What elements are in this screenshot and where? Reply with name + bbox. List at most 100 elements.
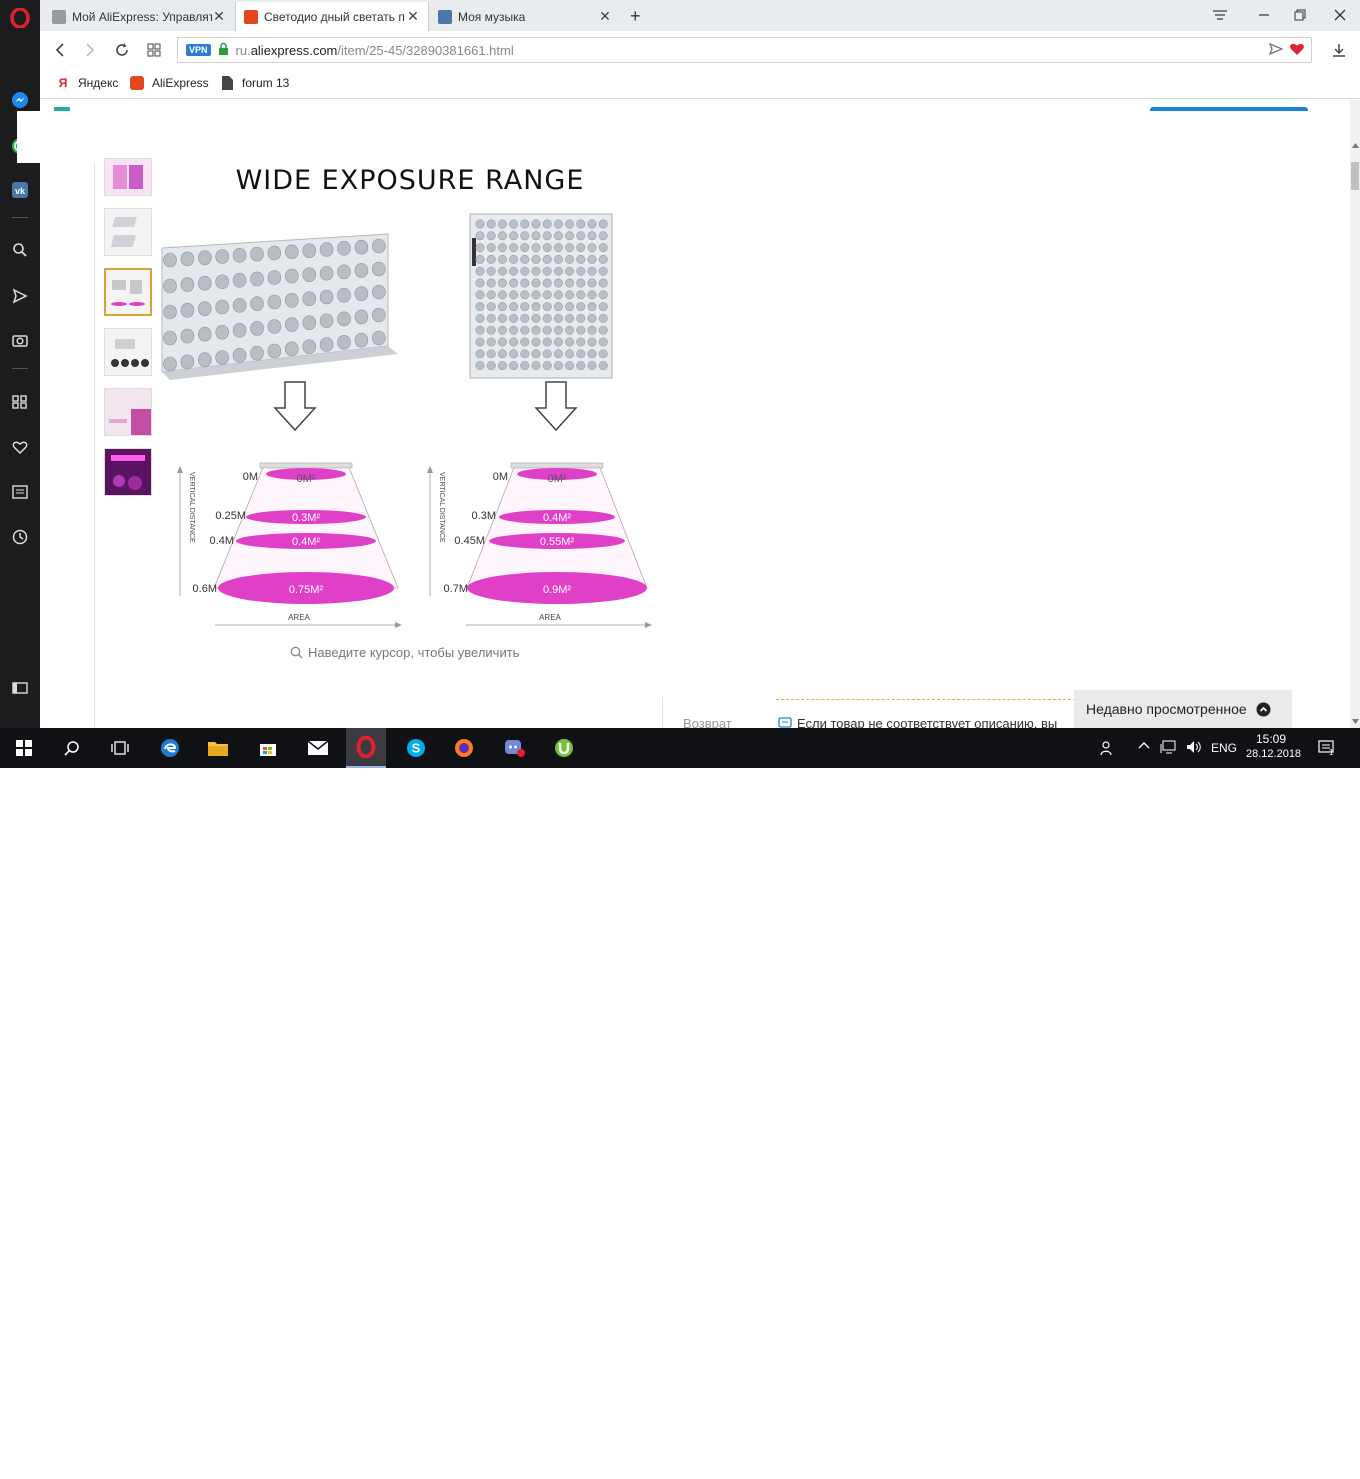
recently-viewed-button[interactable]: Недавно просмотренное: [1074, 690, 1292, 728]
search-icon[interactable]: [8, 238, 32, 262]
tab-bar: Мой AliExpress: Управлять ✕ Светодио дны…: [40, 0, 1360, 31]
tab-title: Светодио дный светать п: [264, 9, 405, 24]
opera-taskbar-icon[interactable]: [346, 728, 386, 768]
firefox-icon[interactable]: [444, 734, 484, 762]
bookmark-yandex[interactable]: Я Яндекс: [56, 76, 119, 90]
aliexpress-icon: [244, 9, 258, 24]
down-arrow-right: [534, 381, 578, 432]
thumbnail-3-selected[interactable]: [104, 268, 152, 316]
bookmark-aliexpress[interactable]: AliExpress: [130, 76, 209, 90]
svg-text:0.4M²: 0.4M²: [292, 536, 320, 548]
speed-dial-icon[interactable]: [8, 390, 32, 414]
close-icon[interactable]: ✕: [406, 8, 420, 25]
vk-icon[interactable]: vk: [8, 178, 32, 202]
download-icon[interactable]: [1327, 38, 1351, 62]
store-icon[interactable]: [248, 734, 288, 762]
opera-sidebar: vk: [0, 0, 40, 728]
people-icon[interactable]: [1100, 740, 1116, 759]
bookmark-forum[interactable]: forum 13: [220, 76, 289, 90]
speed-dial-grid-icon[interactable]: [142, 38, 166, 62]
lock-icon[interactable]: [218, 42, 229, 58]
bookmark-heart-icon[interactable]: [1289, 42, 1305, 59]
svg-text:0.7M: 0.7M: [444, 583, 468, 595]
minimize-icon[interactable]: [1252, 4, 1276, 26]
svg-text:0.9M²: 0.9M²: [543, 584, 571, 596]
tab-my-aliexpress[interactable]: Мой AliExpress: Управлять ✕: [44, 2, 234, 31]
opera-menu-icon[interactable]: [8, 6, 32, 30]
address-bar[interactable]: VPN ru.aliexpress.com/item/25-45/3289038…: [177, 37, 1312, 63]
svg-text:0.3M: 0.3M: [472, 510, 496, 522]
overlay-strip: [17, 111, 1353, 163]
mail-icon[interactable]: [298, 734, 338, 762]
clock[interactable]: 15:09 28.12.2018: [1246, 732, 1301, 760]
close-icon[interactable]: ✕: [598, 8, 612, 25]
thumbnail-2[interactable]: [104, 208, 152, 256]
dashed-divider: [776, 699, 1076, 700]
page-icon: [220, 76, 234, 90]
page-scrollbar[interactable]: [1350, 100, 1360, 728]
url-text[interactable]: ru.aliexpress.com/item/25-45/32890381661…: [236, 43, 514, 58]
magnifier-icon: [290, 646, 303, 659]
thumbnail-5[interactable]: [104, 388, 152, 436]
sidebar-toggle-icon[interactable]: [8, 676, 32, 700]
address-row: VPN ru.aliexpress.com/item/25-45/3289038…: [40, 31, 1360, 69]
file-explorer-icon[interactable]: [198, 734, 238, 762]
edge-icon[interactable]: [150, 734, 190, 762]
svg-text:0.25M: 0.25M: [215, 510, 246, 522]
reload-icon[interactable]: [110, 38, 134, 62]
volume-icon[interactable]: [1186, 740, 1202, 757]
svg-text:0.4M²: 0.4M²: [543, 512, 571, 524]
thumbnail-1[interactable]: [104, 158, 152, 196]
utorrent-icon[interactable]: [544, 734, 584, 762]
task-view-icon[interactable]: [100, 734, 140, 762]
network-icon[interactable]: [1160, 740, 1176, 757]
vk-icon: [438, 9, 452, 24]
new-tab-button[interactable]: +: [622, 2, 650, 31]
messenger-icon[interactable]: [8, 88, 32, 112]
thumbnail-4[interactable]: [104, 328, 152, 376]
scroll-up-icon[interactable]: [1350, 140, 1360, 150]
page-icon: [52, 9, 66, 24]
recently-viewed-label: Недавно просмотренное: [1086, 701, 1247, 717]
vpn-badge[interactable]: VPN: [186, 44, 211, 56]
tab-vk-music[interactable]: Моя музыка ✕: [430, 2, 620, 31]
thumbnail-6[interactable]: [104, 448, 152, 496]
skype-icon[interactable]: S: [396, 734, 436, 762]
close-icon[interactable]: ✕: [212, 8, 226, 25]
svg-text:0M: 0M: [243, 471, 258, 483]
notification-badge: 2: [514, 1470, 519, 1479]
svg-text:S: S: [412, 741, 421, 756]
search-icon[interactable]: [52, 734, 92, 762]
back-icon[interactable]: [48, 38, 72, 62]
window-close-icon[interactable]: [1328, 4, 1352, 26]
chevron-up-icon[interactable]: [1138, 740, 1150, 755]
discord-icon[interactable]: [494, 734, 534, 762]
divider: [662, 698, 663, 728]
zoom-hint-text: Наведите курсор, чтобы увеличить: [308, 645, 520, 660]
svg-text:AREA: AREA: [539, 613, 561, 622]
yandex-icon: Я: [58, 76, 68, 90]
news-icon[interactable]: [8, 480, 32, 504]
language-indicator[interactable]: ENG: [1211, 741, 1237, 755]
scrollbar-thumb[interactable]: [1351, 162, 1359, 190]
forward-icon[interactable]: [78, 38, 102, 62]
camera-icon[interactable]: [8, 328, 32, 352]
svg-text:0.3M²: 0.3M²: [292, 512, 320, 524]
svg-text:0.6M: 0.6M: [193, 583, 217, 595]
history-icon[interactable]: [8, 525, 32, 549]
heart-icon[interactable]: [8, 435, 32, 459]
send-to-flow-icon[interactable]: [1268, 42, 1284, 59]
right-lamp-graphic: [469, 213, 613, 379]
tab-menu-icon[interactable]: [1208, 4, 1232, 26]
restore-icon[interactable]: [1288, 4, 1312, 26]
svg-text:0.4M: 0.4M: [210, 535, 234, 547]
windows-start-icon[interactable]: [4, 734, 44, 762]
svg-text:0M²: 0M²: [297, 473, 316, 485]
scroll-down-icon[interactable]: [1350, 716, 1360, 726]
bookmark-label: Яндекс: [78, 76, 119, 90]
svg-text:0M: 0M: [493, 471, 508, 483]
main-product-image[interactable]: WIDE EXPOSURE RANGE VERTICAL DISTANCE AR…: [160, 160, 660, 640]
tab-product[interactable]: Светодио дный светать п ✕: [235, 2, 429, 31]
bookmark-label: forum 13: [242, 76, 290, 90]
send-icon[interactable]: [8, 284, 32, 308]
